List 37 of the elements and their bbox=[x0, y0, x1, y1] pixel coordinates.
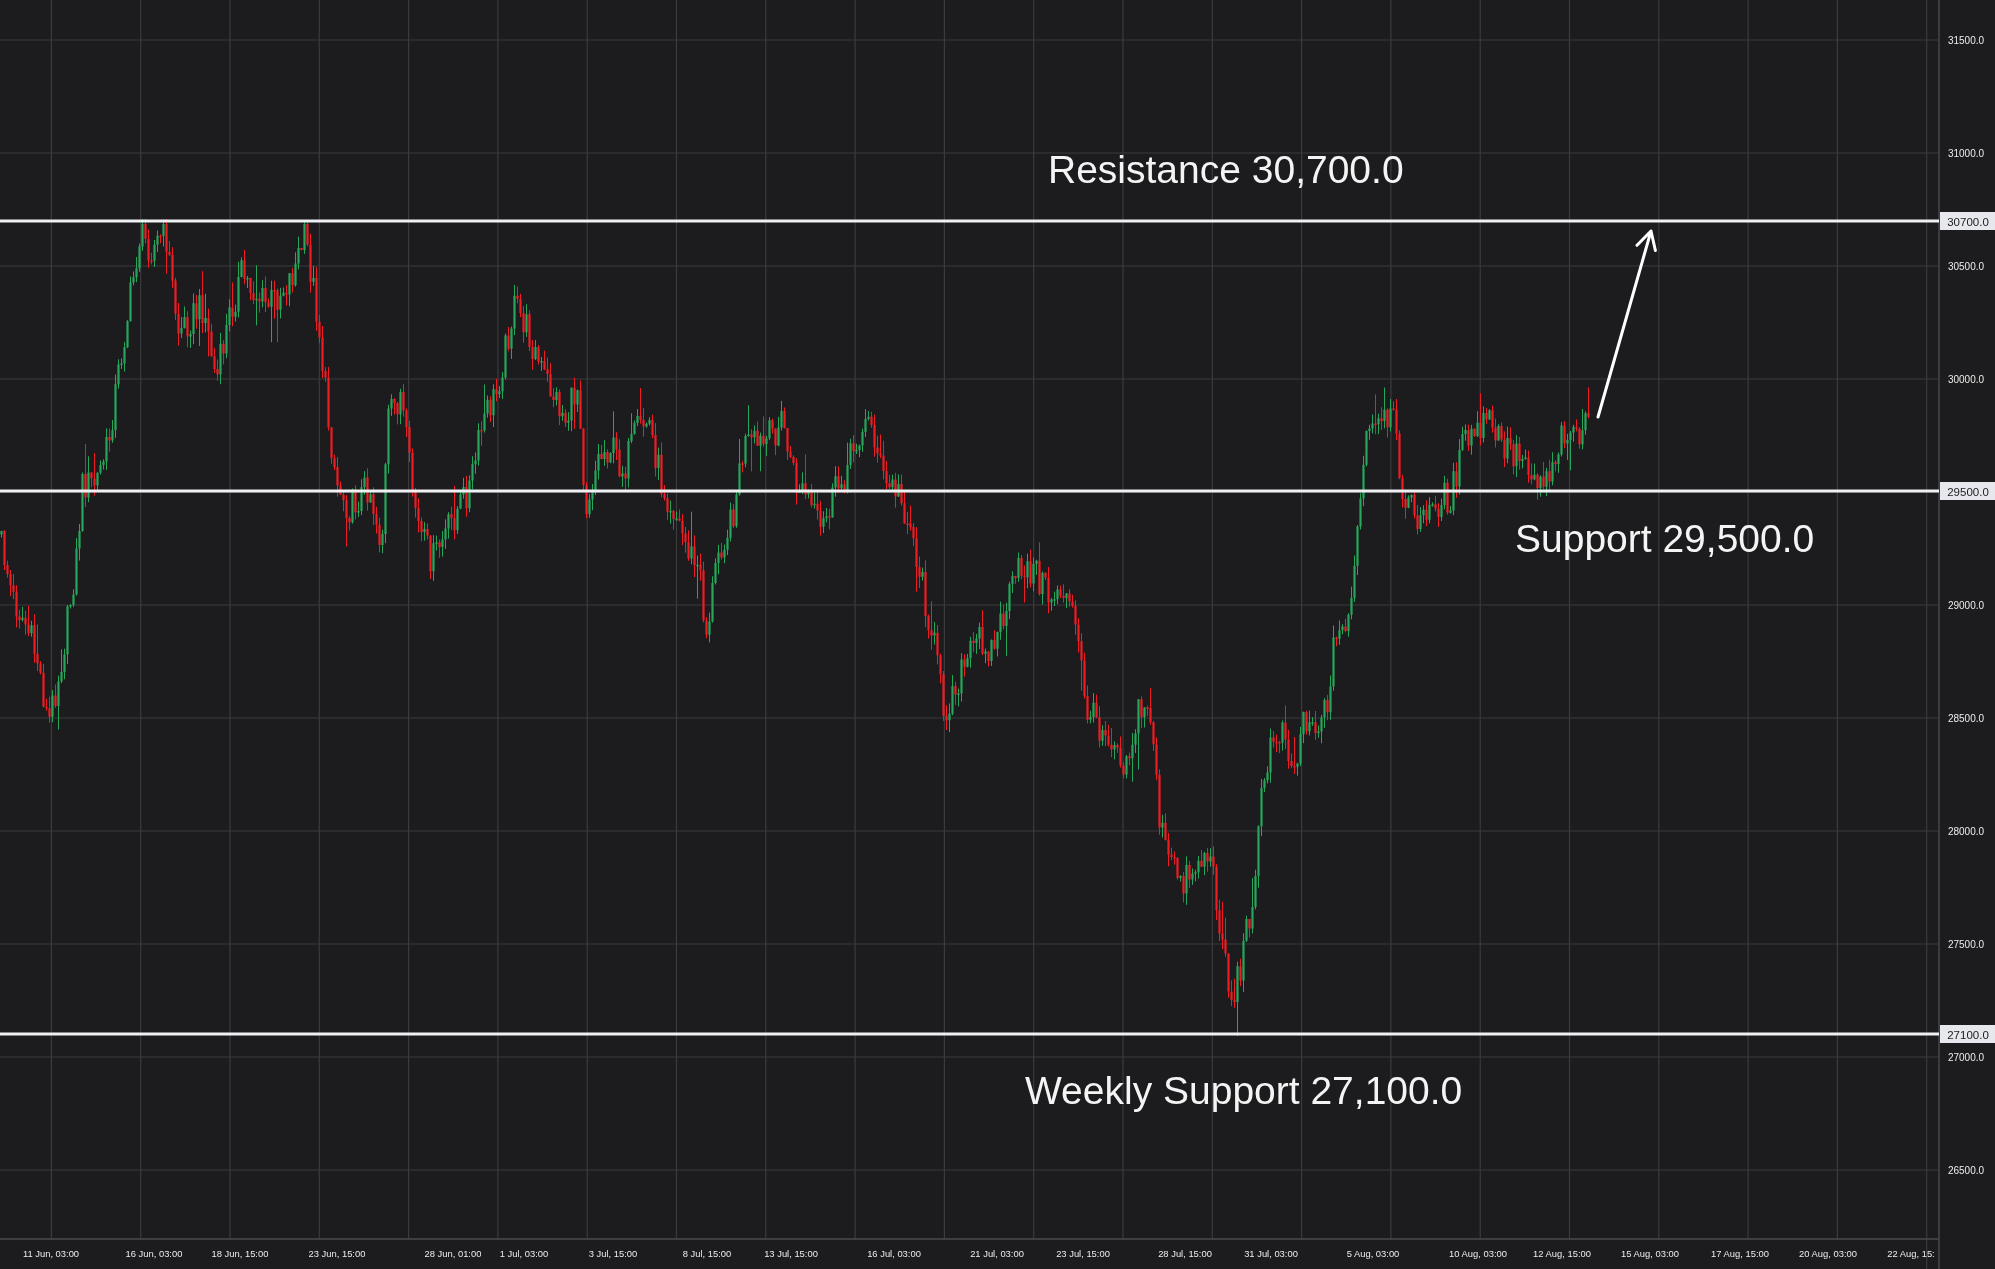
time-axis-label: 28 Jun, 01:00 bbox=[424, 1248, 482, 1259]
price-axis-label: 28500.0 bbox=[1947, 712, 1985, 724]
time-axis-label: 17 Aug, 15:00 bbox=[1711, 1248, 1769, 1259]
price-tag: 27100.0 bbox=[1940, 1025, 1995, 1043]
time-axis-label: 10 Aug, 03:00 bbox=[1449, 1248, 1507, 1259]
time-axis-label: 23 Jun, 15:00 bbox=[308, 1248, 366, 1259]
price-axis-label: 30500.0 bbox=[1947, 260, 1985, 272]
time-axis-label: 3 Jul, 15:00 bbox=[588, 1248, 638, 1259]
price-axis-label: 31000.0 bbox=[1947, 147, 1985, 159]
time-axis-label: 1 Jul, 03:00 bbox=[499, 1248, 549, 1259]
time-axis-label: 15 Aug, 03:00 bbox=[1621, 1248, 1679, 1259]
time-axis-label: 11 Jun, 03:00 bbox=[22, 1248, 80, 1259]
time-axis-label: 21 Jul, 03:00 bbox=[970, 1248, 1024, 1259]
price-axis-label: 28000.0 bbox=[1947, 825, 1985, 837]
time-axis-label: 12 Aug, 15:00 bbox=[1533, 1248, 1591, 1259]
price-axis-label: 27500.0 bbox=[1947, 938, 1985, 950]
level-label: Support 29,500.0 bbox=[1515, 517, 1815, 560]
price-axis-label: 30000.0 bbox=[1947, 373, 1985, 385]
level-label: Weekly Support 27,100.0 bbox=[1025, 1069, 1463, 1112]
time-axis-label: 8 Jul, 15:00 bbox=[682, 1248, 732, 1259]
price-axis-label: 27000.0 bbox=[1947, 1051, 1985, 1063]
price-tag: 30700.0 bbox=[1940, 212, 1995, 230]
price-tag: 29500.0 bbox=[1940, 482, 1995, 500]
time-axis-label: 18 Jun, 15:00 bbox=[211, 1248, 269, 1259]
time-axis-label: 23 Jul, 15:00 bbox=[1056, 1248, 1110, 1259]
time-axis-label: 28 Jul, 15:00 bbox=[1158, 1248, 1212, 1259]
time-axis-label: 31 Jul, 03:00 bbox=[1244, 1248, 1298, 1259]
time-axis-label: 20 Aug, 03:00 bbox=[1799, 1248, 1857, 1259]
time-axis-label: 22 Aug, 15: bbox=[1887, 1248, 1935, 1259]
time-axis-label: 16 Jun, 03:00 bbox=[125, 1248, 183, 1259]
price-axis-label: 29000.0 bbox=[1947, 599, 1985, 611]
price-axis-label: 26500.0 bbox=[1947, 1164, 1985, 1176]
time-axis-label: 13 Jul, 15:00 bbox=[764, 1248, 818, 1259]
price-axis-label: 31500.0 bbox=[1947, 34, 1985, 46]
time-axis-label: 5 Aug, 03:00 bbox=[1346, 1248, 1400, 1259]
level-label: Resistance 30,700.0 bbox=[1048, 148, 1404, 191]
time-axis-label: 16 Jul, 03:00 bbox=[867, 1248, 921, 1259]
